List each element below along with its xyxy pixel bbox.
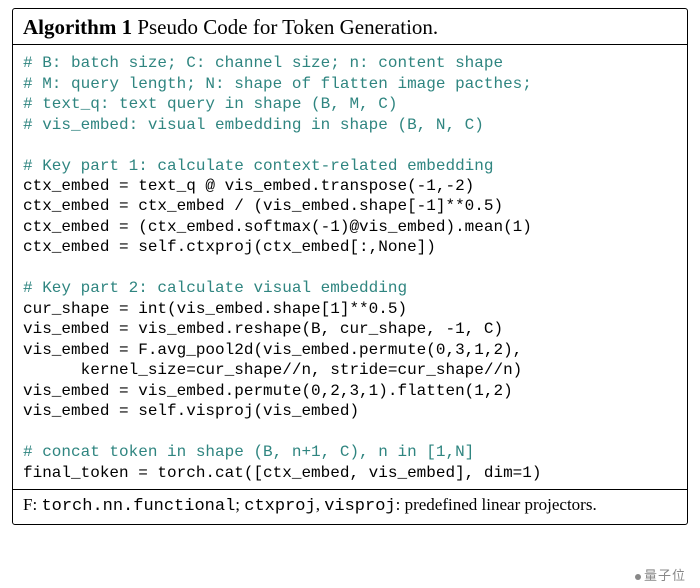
code-line: ctx_embed = ctx_embed / (vis_embed.shape…	[23, 197, 503, 215]
comment-concat: # concat token in shape (B, n+1, C), n i…	[23, 443, 474, 461]
code-line: vis_embed = vis_embed.reshape(B, cur_sha…	[23, 320, 503, 338]
algorithm-header: Algorithm 1 Pseudo Code for Token Genera…	[13, 9, 687, 45]
footer-tail: predefined linear projectors.	[405, 495, 597, 514]
footer-comma: ,	[316, 495, 325, 514]
comment-key2: # Key part 2: calculate visual embedding	[23, 279, 407, 297]
code-line: ctx_embed = text_q @ vis_embed.transpose…	[23, 177, 474, 195]
algorithm-footer: F: torch.nn.functional; ctxproj, visproj…	[13, 490, 687, 524]
comment-line: # vis_embed: visual embedding in shape (…	[23, 116, 484, 134]
code-line: kernel_size=cur_shape//n, stride=cur_sha…	[23, 361, 522, 379]
code-line: ctx_embed = self.ctxproj(ctx_embed[:,Non…	[23, 238, 436, 256]
algorithm-body: # B: batch size; C: channel size; n: con…	[13, 45, 687, 490]
footer-f-val: torch.nn.functional	[41, 497, 235, 516]
comment-line: # M: query length; N: shape of flatten i…	[23, 75, 532, 93]
pseudocode: # B: batch size; C: channel size; n: con…	[23, 53, 677, 483]
algorithm-box: Algorithm 1 Pseudo Code for Token Genera…	[12, 8, 688, 525]
code-line: final_token = torch.cat([ctx_embed, vis_…	[23, 464, 541, 482]
code-line: vis_embed = self.visproj(vis_embed)	[23, 402, 359, 420]
footer-colon: :	[396, 495, 405, 514]
code-line: ctx_embed = (ctx_embed.softmax(-1)@vis_e…	[23, 218, 532, 236]
comment-key1: # Key part 1: calculate context-related …	[23, 157, 493, 175]
code-line: vis_embed = F.avg_pool2d(vis_embed.permu…	[23, 341, 522, 359]
code-line: cur_shape = int(vis_embed.shape[1]**0.5)	[23, 300, 407, 318]
code-line: vis_embed = vis_embed.permute(0,2,3,1).f…	[23, 382, 513, 400]
footer-f-label: F:	[23, 495, 37, 514]
comment-line: # text_q: text query in shape (B, M, C)	[23, 95, 397, 113]
watermark-text: 量子位	[644, 568, 686, 583]
comment-line: # B: batch size; C: channel size; n: con…	[23, 54, 503, 72]
footer-sep: ;	[235, 495, 244, 514]
footer-proj2: visproj	[324, 497, 395, 516]
watermark-dot-icon	[635, 574, 641, 580]
footer-proj1: ctxproj	[244, 497, 315, 516]
algorithm-title: Pseudo Code for Token Generation.	[137, 15, 438, 39]
algorithm-label: Algorithm 1	[23, 15, 132, 39]
watermark: 量子位	[635, 565, 686, 584]
